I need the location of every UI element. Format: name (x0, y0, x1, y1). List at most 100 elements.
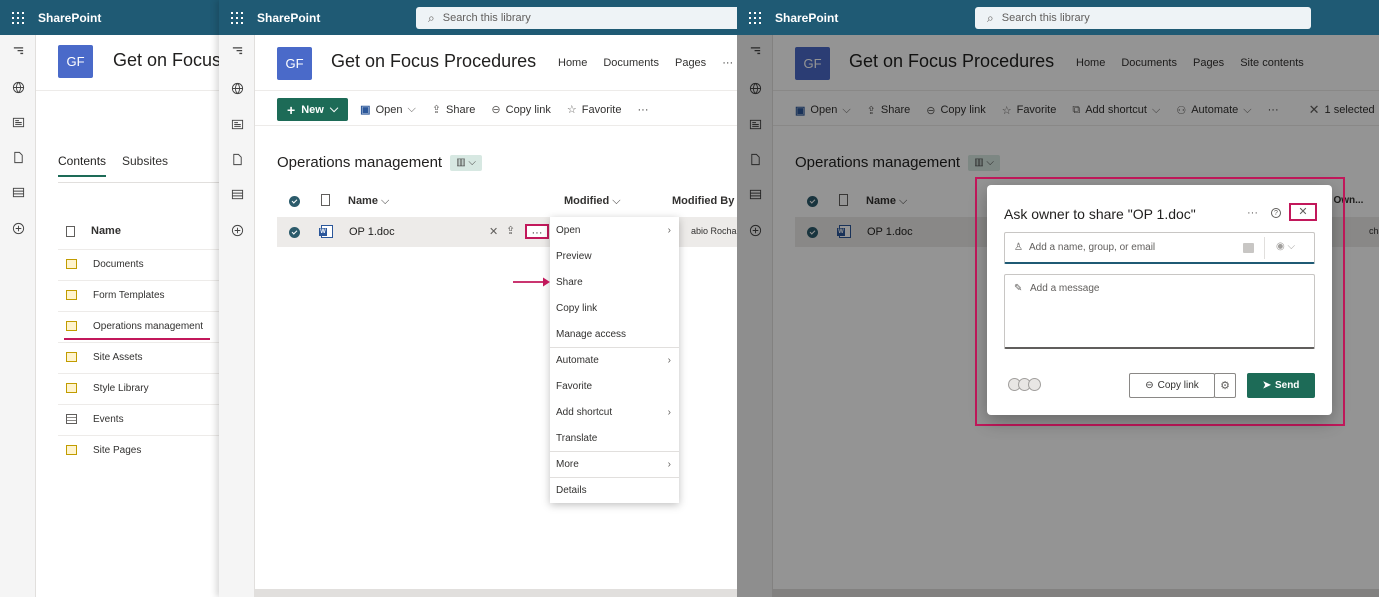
list-item-label[interactable]: Style Library (93, 383, 149, 394)
open-button[interactable]: ▣ Open ⌵ (360, 103, 416, 116)
library-view-icon: ▥ ⌵ (456, 157, 477, 168)
add-icon[interactable] (11, 221, 25, 235)
site-logo[interactable]: GF (277, 47, 312, 80)
tab-contents[interactable]: Contents (58, 154, 106, 168)
file-icon[interactable] (11, 150, 25, 164)
brand-name[interactable]: SharePoint (38, 11, 101, 25)
home-icon[interactable] (11, 45, 25, 59)
tab-subsites[interactable]: Subsites (122, 154, 168, 168)
menu-item-favorite[interactable]: Favorite (550, 373, 679, 399)
site-logo[interactable]: GF (58, 45, 93, 78)
list-item[interactable]: Form Templates (58, 280, 222, 310)
link-icon: ⊖ (1145, 380, 1154, 391)
more-commands-button[interactable]: ··· (638, 104, 649, 116)
menu-item-automate[interactable]: Automate › (550, 347, 679, 373)
news-icon[interactable] (11, 115, 25, 129)
list-item-label[interactable]: Site Pages (93, 445, 141, 456)
list-item[interactable]: Operations management (58, 311, 222, 341)
file-icon[interactable] (230, 152, 244, 166)
list-item[interactable]: Events (58, 404, 222, 434)
permission-dropdown[interactable]: ◉ ⌵ (1276, 241, 1295, 252)
globe-icon[interactable] (230, 81, 244, 95)
copy-link-label: Copy link (505, 103, 551, 116)
nav-documents[interactable]: Documents (603, 57, 659, 69)
suite-bar: SharePoint ⌕ Search this library (219, 0, 738, 35)
dialog-title: Ask owner to share "OP 1.doc" (1004, 206, 1196, 222)
favorite-button[interactable]: ☆ Favorite (566, 103, 622, 117)
star-icon: ☆ (566, 104, 577, 116)
copy-link-button[interactable]: ⊖ Copy link (1129, 373, 1215, 398)
menu-item-more[interactable]: More › (550, 451, 679, 477)
nav-more[interactable]: ··· (722, 57, 733, 69)
close-icon[interactable]: ✕ (1289, 203, 1317, 221)
chevron-down-icon: ⌵ (1287, 241, 1296, 252)
list-item-label[interactable]: Site Assets (93, 352, 142, 363)
chevron-right-icon: › (667, 224, 671, 236)
menu-item-copy-link[interactable]: Copy link (550, 295, 679, 321)
share-button[interactable]: ⇪ Share (432, 103, 476, 117)
copy-link-button[interactable]: ⊖ Copy link (491, 103, 551, 117)
list-icon[interactable] (11, 185, 25, 199)
menu-item-details[interactable]: Details (550, 477, 679, 503)
chevron-down-icon: ⌵ (407, 103, 416, 115)
tab-active-indicator (58, 175, 106, 177)
nav-home[interactable]: Home (558, 57, 587, 69)
list-item[interactable]: Documents (58, 249, 222, 279)
menu-item-share[interactable]: Share (550, 269, 679, 295)
file-name[interactable]: OP 1.doc (349, 226, 395, 238)
row-checkbox[interactable] (289, 227, 300, 238)
library-icon (66, 290, 77, 300)
people-picker[interactable]: ♙ Add a name, group, or email ◉ ⌵ (1004, 232, 1315, 264)
address-book-icon[interactable] (1243, 243, 1254, 253)
column-modified-by[interactable]: Modified By ⌵ (672, 195, 738, 208)
dialog-more-button[interactable]: ··· (1247, 207, 1258, 219)
horizontal-scrollbar[interactable] (255, 589, 738, 597)
brand-name[interactable]: SharePoint (775, 11, 838, 25)
column-name[interactable]: Name ⌵ (348, 195, 389, 208)
column-name-label[interactable]: Name (91, 225, 121, 237)
list-item[interactable]: Site Pages (58, 435, 222, 465)
command-bar: + New ⌵ ▣ Open ⌵ ⇪ Share ⊖ Copy link ☆ Favorite… (277, 98, 665, 121)
send-button[interactable]: ➤ Send (1247, 373, 1315, 398)
message-box[interactable]: ✎ Add a message (1004, 274, 1315, 349)
list-item-label[interactable]: Documents (93, 259, 144, 270)
library-title-text[interactable]: Operations management (277, 154, 442, 171)
pin-icon[interactable]: ✕ (489, 225, 498, 238)
menu-item-translate[interactable]: Translate (550, 425, 679, 451)
search-box[interactable]: ⌕ Search this library (416, 7, 738, 29)
home-icon[interactable] (230, 45, 244, 59)
tabs-divider (58, 182, 222, 183)
site-title[interactable]: Get on Focus Procedures (331, 51, 536, 72)
menu-item-open[interactable]: Open › (550, 217, 679, 243)
list-item-label[interactable]: Operations management (93, 321, 203, 332)
row-more-button[interactable]: ··· (525, 224, 549, 239)
share-icon[interactable]: ⇪ (506, 224, 515, 237)
app-launcher-icon[interactable] (737, 0, 773, 35)
search-box[interactable]: ⌕ Search this library (975, 7, 1311, 29)
list-item[interactable]: Site Assets (58, 342, 222, 372)
menu-item-manage-access[interactable]: Manage access (550, 321, 679, 347)
brand-name[interactable]: SharePoint (257, 11, 320, 25)
site-title[interactable]: Get on Focus (113, 50, 221, 71)
list-item-label[interactable]: Events (93, 414, 124, 425)
list-item-label[interactable]: Form Templates (93, 290, 165, 301)
new-button[interactable]: + New ⌵ (277, 98, 349, 121)
list-icon[interactable] (230, 187, 244, 201)
app-launcher-icon[interactable] (219, 0, 255, 35)
column-modified[interactable]: Modified ⌵ (564, 195, 621, 208)
help-icon[interactable]: ? (1271, 208, 1281, 218)
app-launcher-icon[interactable] (0, 0, 36, 35)
menu-item-preview[interactable]: Preview (550, 243, 679, 269)
nav-pages[interactable]: Pages (675, 57, 706, 69)
link-settings-button[interactable]: ⚙ (1214, 373, 1236, 398)
list-item[interactable]: Style Library (58, 373, 222, 403)
add-icon[interactable] (230, 223, 244, 237)
suite-bar: SharePoint (0, 0, 222, 35)
more-label: ··· (637, 103, 649, 116)
globe-icon[interactable] (11, 80, 25, 94)
view-switcher[interactable]: ▥ ⌵ (450, 154, 483, 171)
news-icon[interactable] (230, 117, 244, 131)
select-all-checkbox[interactable] (289, 196, 300, 207)
panel-share-dialog: SharePoint ⌕ Search this library GF Get … (737, 0, 1379, 597)
menu-item-add-shortcut[interactable]: Add shortcut › (550, 399, 679, 425)
